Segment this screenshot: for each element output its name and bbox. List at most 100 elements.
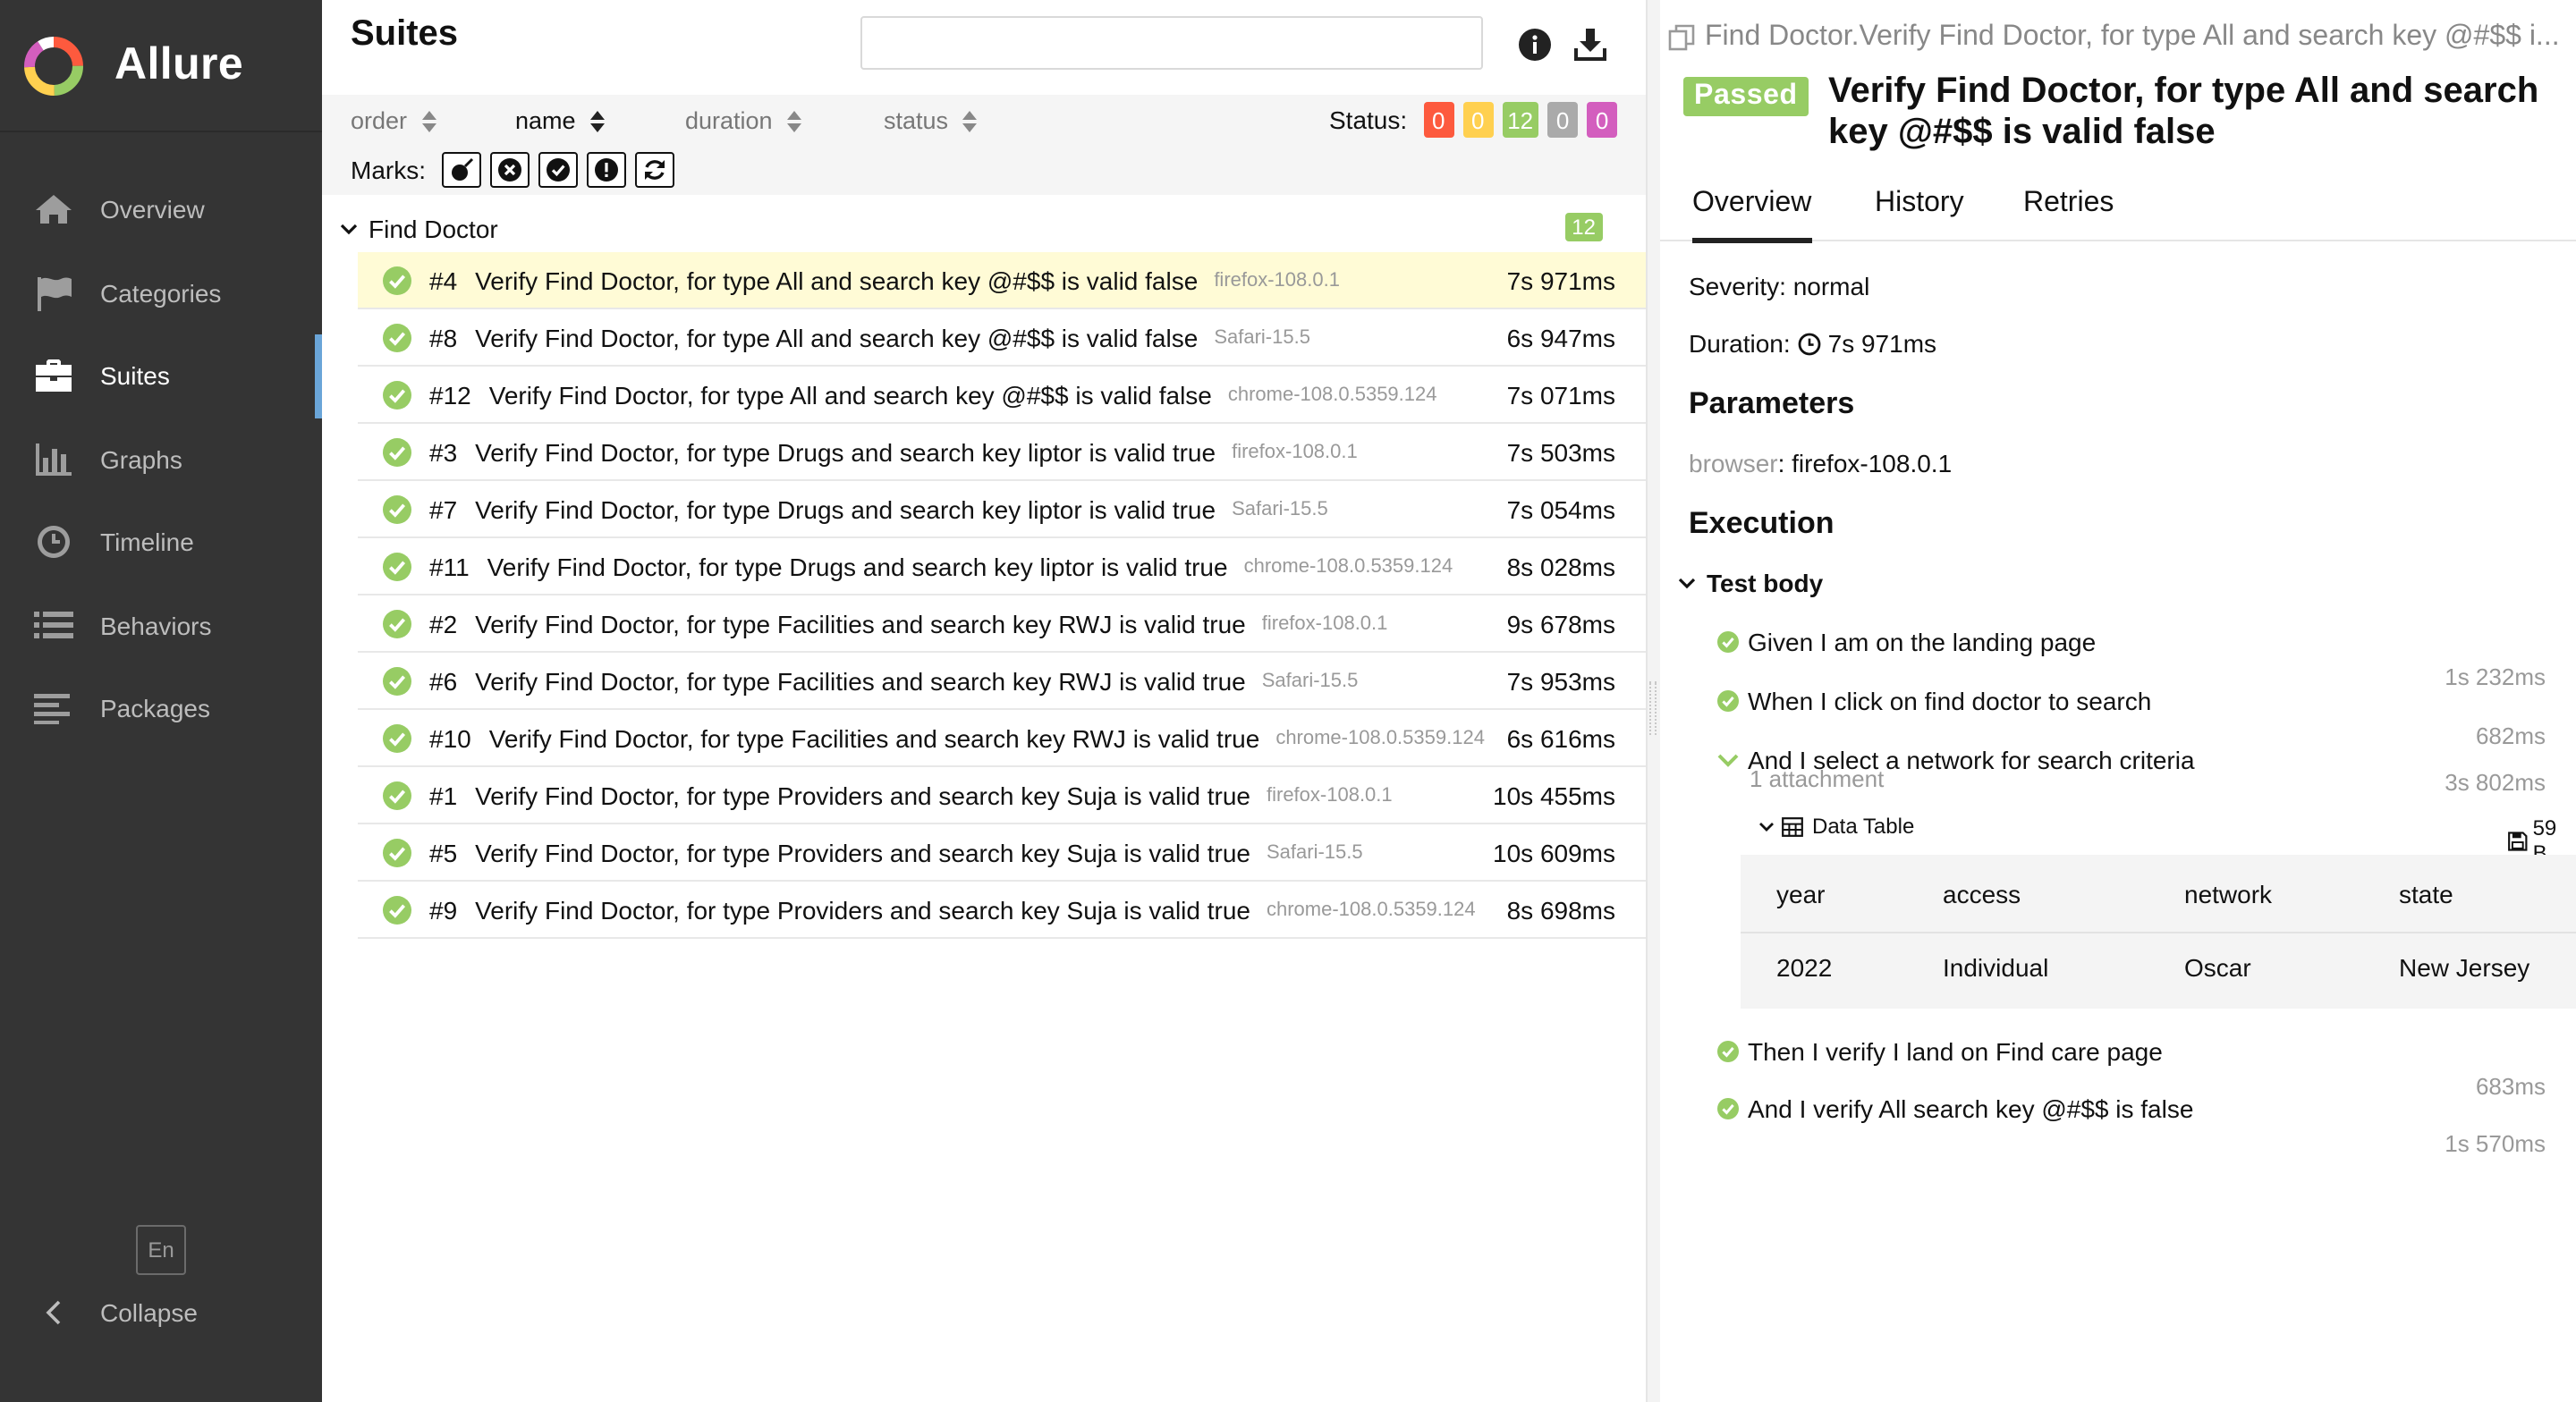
tab-history[interactable]: History xyxy=(1875,188,1964,238)
table-header-cell: state xyxy=(2399,880,2453,908)
test-row[interactable]: #8 Verify Find Doctor, for type All and s… xyxy=(358,309,1646,367)
sidebar-item-behaviors[interactable]: Behaviors xyxy=(0,584,322,667)
mark-retries-toggle[interactable] xyxy=(635,152,674,188)
mark-new-failed-toggle[interactable] xyxy=(490,152,530,188)
sidebar-item-categories[interactable]: Categories xyxy=(0,251,322,334)
test-name: Verify Find Doctor, for type Providers a… xyxy=(475,895,1250,924)
test-duration: 7s 503ms xyxy=(1506,438,1615,467)
status-label: Status: xyxy=(1329,106,1408,134)
test-uid: #9 xyxy=(429,895,458,924)
sidebar-item-label: Behaviors xyxy=(100,611,212,640)
step-row[interactable]: And I verify All search key @#$$ is fals… xyxy=(1717,1094,2193,1123)
test-name: Verify Find Doctor, for type Drugs and s… xyxy=(475,494,1216,523)
check-circle-icon xyxy=(1717,631,1739,653)
attachment-toggle[interactable]: Data Table xyxy=(1758,814,2546,839)
download-icon[interactable] xyxy=(1572,27,1608,63)
sort-status[interactable]: status xyxy=(884,107,978,134)
check-circle-icon xyxy=(547,158,570,182)
splitter-grip[interactable] xyxy=(1649,681,1657,735)
test-parameter: Safari-15.5 xyxy=(1214,326,1310,348)
test-name: Verify Find Doctor, for type Facilities … xyxy=(488,723,1260,752)
check-circle-icon xyxy=(383,323,411,351)
check-circle-icon xyxy=(383,723,411,752)
mark-new-passed-toggle[interactable] xyxy=(538,152,578,188)
breadcrumb[interactable]: Find Doctor.Verify Find Doctor, for type… xyxy=(1667,21,2571,54)
step-name: And I verify All search key @#$$ is fals… xyxy=(1748,1094,2194,1123)
status-skipped-toggle[interactable]: 0 xyxy=(1547,102,1579,138)
chevron-down-icon xyxy=(1678,576,1696,590)
sidebar-item-graphs[interactable]: Graphs xyxy=(0,418,322,501)
collapse-button[interactable]: Collapse xyxy=(32,1298,198,1327)
sidebar-item-timeline[interactable]: Timeline xyxy=(0,501,322,584)
check-circle-icon xyxy=(383,609,411,638)
test-row[interactable]: #1 Verify Find Doctor, for type Providers… xyxy=(358,767,1646,824)
test-detail-pane: Find Doctor.Verify Find Doctor, for type… xyxy=(1660,0,2576,1402)
status-passed-toggle[interactable]: 12 xyxy=(1502,102,1539,138)
test-duration: 8s 698ms xyxy=(1506,896,1615,925)
test-row[interactable]: #5 Verify Find Doctor, for type Providers… xyxy=(358,824,1646,882)
language-switch[interactable]: En xyxy=(136,1225,186,1275)
sidebar-item-label: Timeline xyxy=(100,528,194,557)
duration-label: Duration: xyxy=(1689,329,1791,358)
status-failed-toggle[interactable]: 0 xyxy=(1423,102,1454,138)
test-row[interactable]: #12 Verify Find Doctor, for type All and … xyxy=(358,367,1646,424)
times-circle-icon xyxy=(498,158,521,182)
sort-icon xyxy=(962,110,978,131)
test-row[interactable]: #7 Verify Find Doctor, for type Drugs and… xyxy=(358,481,1646,538)
test-parameter: Safari-15.5 xyxy=(1261,670,1359,691)
test-duration: 7s 054ms xyxy=(1506,495,1615,524)
test-duration: 6s 616ms xyxy=(1506,724,1615,753)
tab-retries[interactable]: Retries xyxy=(2023,188,2114,238)
brand[interactable]: Allure xyxy=(0,0,322,132)
tab-overview[interactable]: Overview xyxy=(1692,188,1812,243)
severity: Severity: normal xyxy=(1689,272,1870,300)
test-duration: 6s 947ms xyxy=(1506,324,1615,352)
step-duration: 682ms xyxy=(2475,722,2546,749)
sort-order[interactable]: order xyxy=(351,107,436,134)
table-row-divider xyxy=(1741,932,2576,933)
home-icon xyxy=(32,192,75,228)
step-name: Given I am on the landing page xyxy=(1748,628,2097,656)
mark-flaky-toggle[interactable] xyxy=(442,152,481,188)
test-row[interactable]: #3 Verify Find Doctor, for type Drugs and… xyxy=(358,424,1646,481)
test-uid: #8 xyxy=(429,323,458,351)
test-row[interactable]: #11 Verify Find Doctor, for type Drugs an… xyxy=(358,538,1646,595)
test-duration: 10s 455ms xyxy=(1493,781,1615,810)
parameter-value: firefox-108.0.1 xyxy=(1792,449,1953,477)
check-circle-icon xyxy=(383,895,411,924)
test-duration: 7s 071ms xyxy=(1506,381,1615,410)
sidebar-item-label: Suites xyxy=(100,361,170,391)
sort-label: duration xyxy=(685,107,773,134)
test-uid: #11 xyxy=(429,552,470,580)
sidebar-item-overview[interactable]: Overview xyxy=(0,168,322,251)
bomb-icon xyxy=(452,157,474,181)
clock-icon xyxy=(32,525,75,561)
info-icon[interactable] xyxy=(1519,29,1551,61)
step-row[interactable]: When I click on find doctor to search xyxy=(1717,687,2151,715)
test-parameter: chrome-108.0.5359.124 xyxy=(1243,555,1453,577)
test-row[interactable]: #2 Verify Find Doctor, for type Facilitie… xyxy=(358,595,1646,653)
sidebar-nav: Overview Categories Suites Graphs Timeli… xyxy=(0,168,322,750)
test-row[interactable]: #10 Verify Find Doctor, for type Faciliti… xyxy=(358,710,1646,767)
suite-group-find-doctor[interactable]: Find Doctor 12 xyxy=(340,209,1628,249)
status-unknown-toggle[interactable]: 0 xyxy=(1587,102,1618,138)
status-broken-toggle[interactable]: 0 xyxy=(1462,102,1494,138)
step-row[interactable]: Given I am on the landing page xyxy=(1717,628,2096,656)
mark-new-broken-toggle[interactable] xyxy=(587,152,626,188)
test-parameter: firefox-108.0.1 xyxy=(1214,269,1340,291)
sort-name[interactable]: name xyxy=(515,107,605,134)
sidebar-item-suites[interactable]: Suites xyxy=(0,334,322,418)
test-parameter: firefox-108.0.1 xyxy=(1267,784,1393,806)
test-body-toggle[interactable]: Test body xyxy=(1678,569,1823,597)
sort-duration[interactable]: duration xyxy=(685,107,801,134)
step-row[interactable]: Then I verify I land on Find care page xyxy=(1717,1037,2163,1066)
test-row[interactable]: #4 Verify Find Doctor, for type All and s… xyxy=(358,252,1646,309)
test-row[interactable]: #6 Verify Find Doctor, for type Facilitie… xyxy=(358,653,1646,710)
sidebar-item-packages[interactable]: Packages xyxy=(0,667,322,750)
test-row[interactable]: #9 Verify Find Doctor, for type Providers… xyxy=(358,882,1646,939)
collapse-label: Collapse xyxy=(100,1298,198,1327)
search-input[interactable] xyxy=(862,18,1481,68)
check-circle-icon xyxy=(383,838,411,866)
status-badge: Passed xyxy=(1683,77,1809,116)
search-box[interactable] xyxy=(860,16,1483,70)
